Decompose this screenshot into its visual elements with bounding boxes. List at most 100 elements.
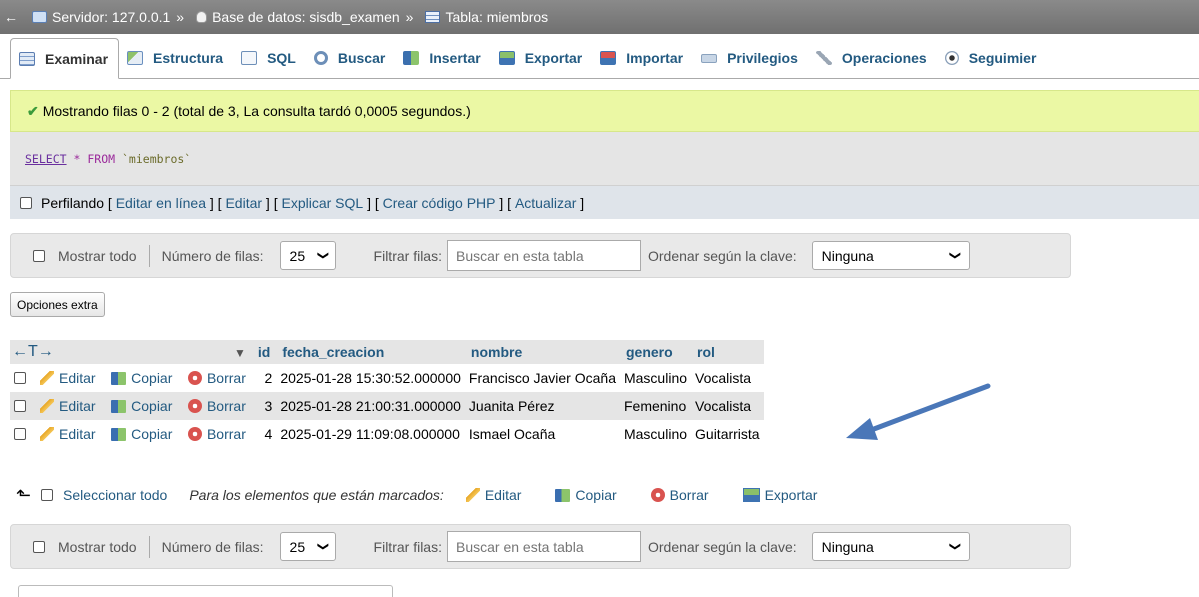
select-all-link[interactable]: Seleccionar todo <box>63 487 167 503</box>
explain-sql-link[interactable]: Explicar SQL <box>282 195 364 211</box>
sort-key-select[interactable]: Ninguna ❯ <box>811 241 970 270</box>
column-header-genero[interactable]: genero <box>619 340 692 364</box>
bulk-copy-button[interactable]: Copiar <box>555 487 617 503</box>
arrow-shaft <box>863 383 991 435</box>
cell-id[interactable]: 3 <box>251 392 277 420</box>
tab-operaciones[interactable]: Operaciones <box>808 38 937 78</box>
column-header-fecha-creacion[interactable]: fecha_creacion <box>276 340 465 364</box>
edit-row-button[interactable]: Editar <box>40 398 96 414</box>
select-all-checkbox[interactable] <box>41 489 54 501</box>
column-header-rol[interactable]: rol <box>691 340 764 364</box>
rows-label: Número de filas: <box>161 247 264 264</box>
table-row: Editar Copiar Borrar 2 2025-01-28 15:30:… <box>10 364 764 392</box>
cell-id[interactable]: 4 <box>251 420 277 448</box>
delete-label: Borrar <box>206 398 246 414</box>
delete-icon <box>187 371 202 385</box>
delete-row-button[interactable]: Borrar <box>187 370 246 386</box>
tab-privilegios[interactable]: Privilegios <box>693 38 808 78</box>
search-icon <box>313 51 328 65</box>
cell-nombre[interactable]: Francisco Javier Ocaña <box>464 364 620 392</box>
edit-link[interactable]: Editar <box>225 195 262 211</box>
create-php-link[interactable]: Crear código PHP <box>383 195 496 211</box>
sort-indicator-icon[interactable]: ▼ <box>234 346 246 360</box>
rows-per-page-select[interactable]: 25 ❯ <box>279 241 336 270</box>
bulk-export-label: Exportar <box>764 487 818 503</box>
copy-row-button[interactable]: Copiar <box>111 426 172 442</box>
pencil-icon <box>465 488 480 502</box>
cell-genero[interactable]: Masculino <box>619 420 692 448</box>
extra-options-button[interactable]: Opciones extra <box>10 292 105 317</box>
column-arrows-icon[interactable]: ←T→ <box>12 343 54 360</box>
checkmark-icon: ✔ <box>27 102 39 119</box>
filter-label: Filtrar filas: <box>373 538 442 555</box>
server-icon <box>32 11 47 23</box>
tab-seguimiento[interactable]: Seguimier <box>937 38 1047 78</box>
cell-genero[interactable]: Femenino <box>619 392 692 420</box>
row-checkbox[interactable] <box>14 400 26 412</box>
copy-icon <box>111 400 127 413</box>
edit-row-button[interactable]: Editar <box>40 370 96 386</box>
tab-buscar[interactable]: Buscar <box>306 38 395 78</box>
cell-id[interactable]: 2 <box>251 364 277 392</box>
copy-row-button[interactable]: Copiar <box>111 370 172 386</box>
tab-exportar[interactable]: Exportar <box>491 38 593 78</box>
cell-rol[interactable]: Vocalista <box>691 364 764 392</box>
column-header-nombre[interactable]: nombre <box>464 340 620 364</box>
tab-examinar[interactable]: Examinar <box>10 38 120 79</box>
filter-rows-input[interactable]: Buscar en esta tabla <box>446 240 641 271</box>
tab-label: Privilegios <box>727 50 798 66</box>
tab-estructura[interactable]: Estructura <box>119 38 233 78</box>
chevron-down-icon: ❯ <box>317 250 330 261</box>
back-arrow-icon[interactable]: ← <box>4 9 18 25</box>
profiling-bar: Perfilando [ Editar en línea ] [ Editar … <box>10 185 1199 219</box>
row-checkbox[interactable] <box>14 428 26 440</box>
cell-rol[interactable]: Vocalista <box>691 392 764 420</box>
show-all-checkbox[interactable] <box>33 249 45 262</box>
bulk-delete-button[interactable]: Borrar <box>650 487 709 503</box>
tracking-icon <box>944 51 959 65</box>
bulk-edit-button[interactable]: Editar <box>465 487 521 503</box>
cell-fecha-creacion[interactable]: 2025-01-29 11:09:08.000000 <box>276 420 465 448</box>
tab-insertar[interactable]: Insertar <box>395 38 490 78</box>
tab-sql[interactable]: SQL <box>233 38 306 78</box>
edit-row-button[interactable]: Editar <box>40 426 96 442</box>
column-header-id[interactable]: id <box>251 340 277 364</box>
bulk-export-button[interactable]: Exportar <box>742 487 818 503</box>
chevron-down-icon: ❯ <box>949 250 962 261</box>
tab-label: Examinar <box>45 50 109 67</box>
tab-label: Importar <box>626 50 684 66</box>
cell-fecha-creacion[interactable]: 2025-01-28 21:00:31.000000 <box>276 392 465 420</box>
cell-rol[interactable]: Guitarrista <box>691 420 764 448</box>
sort-key-select[interactable]: Ninguna ❯ <box>811 532 970 561</box>
cell-nombre[interactable]: Ismael Ocaña <box>464 420 620 448</box>
divider <box>148 535 150 558</box>
rows-per-page-select[interactable]: 25 ❯ <box>279 532 336 561</box>
profiling-checkbox[interactable] <box>20 196 32 209</box>
cell-genero[interactable]: Masculino <box>619 364 692 392</box>
show-all-checkbox[interactable] <box>33 540 45 553</box>
breadcrumb-server[interactable]: Servidor: 127.0.0.1 <box>52 9 170 25</box>
privileges-icon <box>701 53 718 63</box>
tab-importar[interactable]: Importar <box>592 38 693 78</box>
delete-icon <box>187 427 202 441</box>
sql-select-keyword[interactable]: SELECT <box>25 152 67 166</box>
cell-nombre[interactable]: Juanita Pérez <box>464 392 620 420</box>
filter-rows-input[interactable]: Buscar en esta tabla <box>446 531 641 562</box>
export-icon <box>498 51 515 65</box>
operations-icon <box>815 51 832 65</box>
cell-fecha-creacion[interactable]: 2025-01-28 15:30:52.000000 <box>276 364 465 392</box>
delete-row-button[interactable]: Borrar <box>187 398 246 414</box>
tab-label: Insertar <box>429 50 481 66</box>
breadcrumb-table[interactable]: Tabla: miembros <box>445 9 548 25</box>
database-icon <box>196 11 208 23</box>
breadcrumb-database[interactable]: Base de datos: sisdb_examen <box>212 9 400 25</box>
filter-label: Filtrar filas: <box>373 247 442 264</box>
copy-row-button[interactable]: Copiar <box>111 398 172 414</box>
success-message: ✔ Mostrando filas 0 - 2 (total de 3, La … <box>10 90 1199 132</box>
edit-inline-link[interactable]: Editar en línea <box>116 195 206 211</box>
breadcrumb-separator: » <box>176 9 185 25</box>
delete-row-button[interactable]: Borrar <box>187 426 246 442</box>
refresh-link[interactable]: Actualizar <box>515 195 576 211</box>
row-checkbox[interactable] <box>14 372 26 384</box>
row-select-cell <box>10 420 36 448</box>
